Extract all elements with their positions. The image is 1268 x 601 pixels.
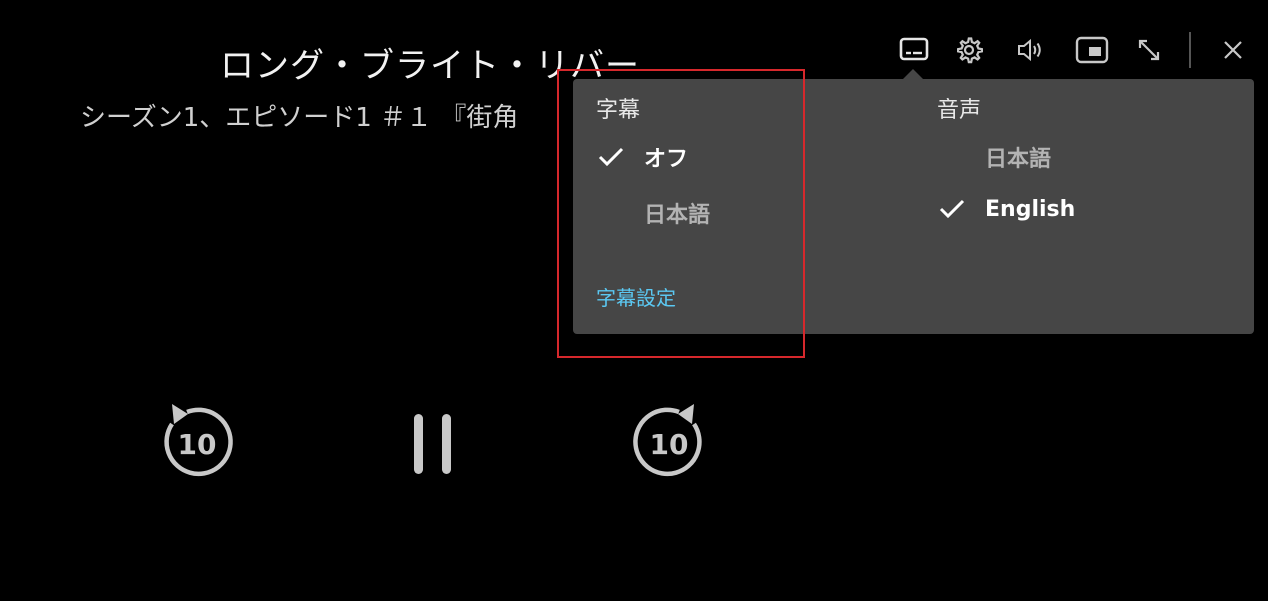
forward-icon: 10 [633,404,702,477]
forward-seconds-label: 10 [650,428,689,461]
rewind-icon: 10 [164,404,233,477]
subtitles-heading: 字幕 [596,98,641,123]
check-icon [939,196,965,222]
settings-button[interactable] [951,32,987,68]
subtitle-option-label: 日本語 [644,203,711,228]
subtitles-icon [899,37,929,61]
pause-icon [414,414,451,474]
check-placeholder [939,144,965,170]
subtitles-button[interactable] [896,32,932,68]
episode-subtitle: シーズン1、エピソード1 ＃１ 『街角 [80,103,519,133]
check-icon [598,144,624,170]
fullscreen-icon [1138,39,1160,61]
volume-icon [1018,38,1041,62]
topbar-divider [1189,32,1191,68]
gear-icon [957,37,983,64]
menu-caret [903,69,923,79]
subtitle-option-japanese[interactable]: 日本語 [598,197,710,229]
audio-heading: 音声 [937,98,982,123]
rewind-seconds-label: 10 [178,428,217,461]
pip-button[interactable] [1074,32,1110,68]
picture-in-picture-icon [1075,36,1109,64]
forward-10-button[interactable]: 10 [626,400,712,490]
fullscreen-button[interactable] [1131,32,1167,68]
close-icon [1224,41,1242,59]
audio-option-japanese[interactable]: 日本語 [939,141,1051,173]
pause-button[interactable] [410,412,456,480]
audio-option-label: 日本語 [985,147,1052,172]
video-player: ロング・ブライト・リバー シーズン1、エピソード1 ＃１ 『街角 字幕 オフ 日… [0,0,1268,601]
check-placeholder [598,200,624,226]
subtitle-settings-link[interactable]: 字幕設定 [596,285,676,311]
subtitle-option-off[interactable]: オフ [598,141,688,173]
rewind-10-button[interactable]: 10 [154,400,240,490]
audio-option-label: English [985,196,1076,222]
close-button[interactable] [1215,32,1251,68]
subtitle-option-label: オフ [644,147,689,172]
audio-option-english[interactable]: English [939,193,1075,225]
volume-button[interactable] [1012,32,1048,68]
